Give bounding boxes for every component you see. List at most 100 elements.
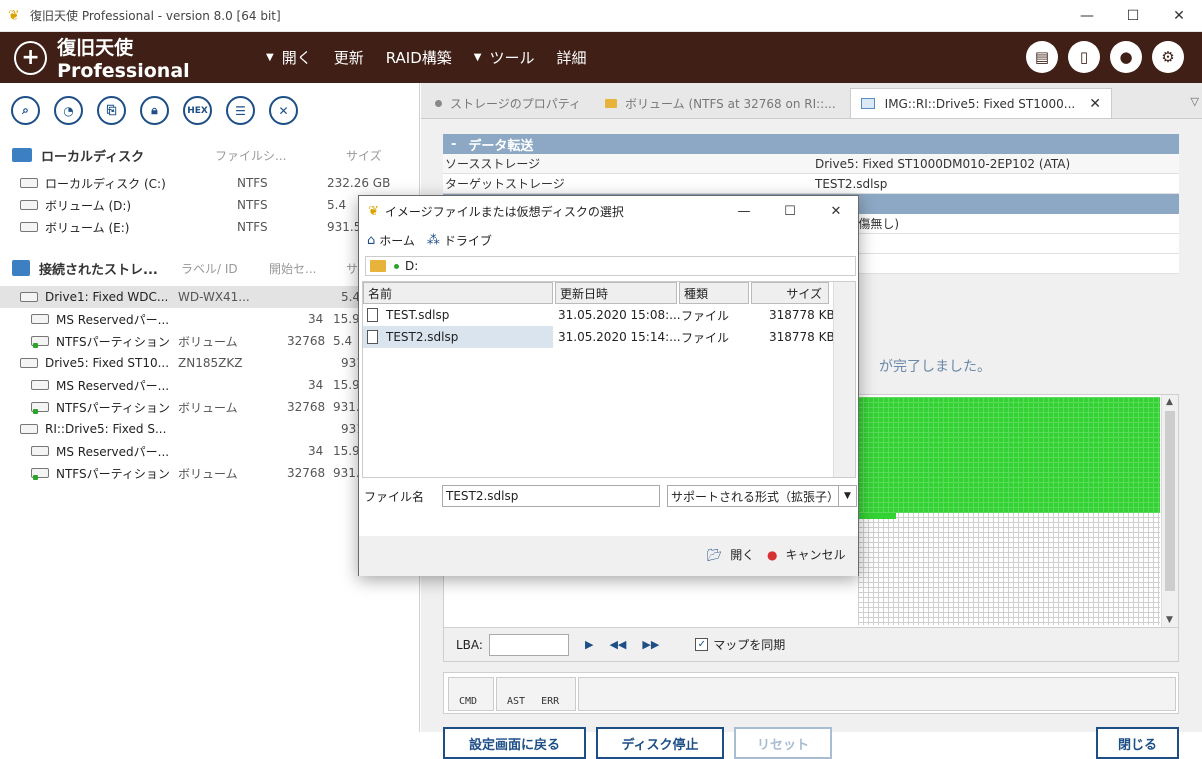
file-type: ファイル [681, 308, 730, 323]
sync-map-label: マップを同期 [713, 638, 786, 652]
storage-row[interactable]: Drive1: Fixed WDC... WD-WX41... 5.4 [0, 286, 419, 308]
storage-name: NTFSパーティション [56, 334, 170, 349]
scroll-down-icon[interactable]: ▼ [1166, 615, 1173, 625]
storage-label: WD-WX41... [178, 290, 250, 304]
close-icon[interactable]: ✕ [269, 96, 298, 125]
dialog-open-button[interactable]: 📂︎ 開く [707, 546, 754, 563]
disk-icon [20, 200, 38, 210]
maximize-button[interactable]: ☐ [1110, 0, 1156, 32]
storage-row[interactable]: RI::Drive5: Fixed S...931.5 [0, 418, 419, 440]
col-date[interactable]: 更新日時 [555, 282, 677, 304]
partition-row[interactable]: NTFSパーティション ボリューム 32768 5.4 [0, 330, 419, 352]
app-wing-icon: ❦ [368, 203, 379, 219]
settings-icon[interactable]: ⚙ [1152, 41, 1184, 73]
tab-storage-properties[interactable]: ストレージのプロパティ [425, 88, 591, 118]
local-disk-row[interactable]: ボリューム (D:) NTFS 5.4 [0, 194, 419, 216]
tab-image[interactable]: IMG::RI::Drive5: Fixed ST1000... ✕ [849, 88, 1112, 118]
storage-label: ボリューム [178, 334, 238, 349]
menu-details[interactable]: 詳細 [557, 47, 587, 68]
panel-icon[interactable]: ▯ [1068, 41, 1100, 73]
file-row[interactable]: TEST2.sdlsp 31.05.2020 15:14:... ファイル 31877… [363, 326, 855, 348]
file-rows: TEST.sdlsp 31.05.2020 15:08:... ファイル 318778… [363, 304, 855, 348]
col-name[interactable]: 名前 [363, 282, 553, 304]
dialog-close-button[interactable]: ✕ [813, 196, 859, 226]
partition-row[interactable]: NTFSパーティション ボリューム 32768 931.5 [0, 396, 419, 418]
lock-icon[interactable]: 🔒︎ [140, 96, 169, 125]
menu-tools[interactable]: ▼ ツール [474, 47, 535, 68]
partition-row[interactable]: MS Reservedパー... 34 15.9 [0, 374, 419, 396]
menu-refresh[interactable]: 更新 [334, 47, 364, 68]
dialog-maximize-button[interactable]: ☐ [767, 196, 813, 226]
partition-row[interactable]: NTFSパーティション ボリューム 32768 931.5 [0, 462, 419, 484]
lba-input[interactable] [488, 633, 569, 656]
partition-icon [31, 402, 49, 414]
scroll-thumb[interactable] [1165, 411, 1175, 591]
file-size: 318778 KB [769, 330, 835, 344]
partition-row[interactable]: MS Reservedパー... 34 15.9 [0, 308, 419, 330]
col-label-id[interactable]: ラベル/ ID [181, 260, 238, 277]
nav-drives[interactable]: ⁂ ドライブ [427, 232, 492, 249]
file-list: 名前 更新日時 種類 サイズ TEST.sdlsp 31.05.2020 15:0… [362, 281, 856, 478]
drive-icon [20, 292, 38, 302]
hex-icon[interactable]: HEX [183, 96, 212, 125]
filename-input[interactable]: TEST2.sdlsp [442, 485, 660, 507]
group-header-transfer[interactable]: - データ転送 [443, 134, 1179, 154]
search-icon[interactable]: ⌕ [11, 96, 40, 125]
close-window-button[interactable]: ✕ [1156, 0, 1202, 32]
image-icon [860, 98, 875, 109]
cmd-cell: CMD [448, 677, 494, 711]
col-type[interactable]: 種類 [679, 282, 749, 304]
list-icon[interactable]: ☰ [226, 96, 255, 125]
lba-bar: LBA: ▶ ◀◀ ▶▶ ✓ マップを同期 [443, 628, 1179, 662]
copy-icon[interactable]: ⎘ [97, 96, 126, 125]
dialog-cancel-button[interactable]: ● キャンセル [767, 546, 846, 563]
tab-volume[interactable]: ボリューム (NTFS at 32768 on RI::... [595, 88, 846, 118]
partition-icon [31, 314, 49, 324]
file-list-scrollbar[interactable] [833, 282, 855, 477]
partition-row[interactable]: MS Reservedパー... 34 15.9 [0, 440, 419, 462]
logo-plus-icon: + [14, 40, 48, 75]
col-size[interactable]: サ [346, 260, 358, 277]
local-disk-header: ローカルディスク ファイルシ... サイズ [0, 143, 419, 167]
minimize-button[interactable]: — [1064, 0, 1110, 32]
tab-close-icon[interactable]: ✕ [1089, 96, 1101, 112]
col-size[interactable]: サイズ [751, 282, 829, 304]
play-icon[interactable]: ▶ [585, 638, 593, 651]
col-size[interactable]: サイズ [346, 147, 382, 164]
dialog-footer: 📂︎ 開く ● キャンセル [359, 536, 858, 576]
file-select-dialog: ❦ イメージファイルまたは仮想ディスクの選択 — ☐ ✕ ⌂ ホーム ⁂ ドライブ … [358, 195, 859, 576]
storage-size: 15.9 [333, 444, 360, 458]
user-icon[interactable]: ● [1110, 41, 1142, 73]
local-disk-row[interactable]: ボリューム (E:) NTFS 931.5 [0, 216, 419, 238]
path-bar[interactable]: D: [365, 256, 856, 276]
menu-raid[interactable]: RAID構築 [386, 47, 452, 68]
drive-icon [20, 358, 38, 368]
chart-icon[interactable]: ◔ [54, 96, 83, 125]
lba-label: LBA: [456, 637, 483, 652]
left-pane: ⌕ ◔ ⎘ 🔒︎ HEX ☰ ✕ ローカルディスク ファイルシ... サイズ ロ… [0, 83, 420, 732]
folder-icon [370, 260, 386, 272]
rewind-icon[interactable]: ◀◀ [609, 638, 626, 651]
disk-size: 232.26 GB [327, 176, 391, 190]
log-icon[interactable]: ▤ [1026, 41, 1058, 73]
format-select[interactable]: サポートされる形式（拡張子） ▼ [667, 485, 857, 507]
col-start-sector[interactable]: 開始セ... [269, 260, 316, 277]
storage-row[interactable]: Drive5: Fixed ST10...ZN185ZKZ931.5 [0, 352, 419, 374]
scroll-up-icon[interactable]: ▲ [1166, 397, 1173, 407]
file-row[interactable]: TEST.sdlsp 31.05.2020 15:08:... ファイル 318778… [363, 304, 855, 326]
menu-open[interactable]: ▼ 開く [266, 47, 312, 68]
map-scrollbar[interactable]: ▲ ▼ [1161, 395, 1178, 627]
storage-size: 5.4 [333, 334, 353, 348]
storage-name: Drive1: Fixed WDC... [45, 290, 169, 304]
dialog-minimize-button[interactable]: — [721, 196, 767, 226]
fast-forward-icon[interactable]: ▶▶ [642, 638, 659, 651]
sync-map-checkbox[interactable]: ✓ [695, 638, 709, 651]
partition-icon [31, 446, 49, 456]
storage-start: 32768 [287, 400, 326, 414]
tab-menu-icon[interactable]: ▽ [1191, 95, 1199, 108]
tab-bar: ストレージのプロパティ ボリューム (NTFS at 32768 on RI::… [421, 83, 1202, 119]
nav-home[interactable]: ⌂ ホーム [367, 232, 415, 249]
col-filesystem[interactable]: ファイルシ... [215, 147, 286, 164]
map-filled [858, 397, 1160, 513]
local-disk-row[interactable]: ローカルディスク (C:) NTFS 232.26 GB [0, 172, 419, 194]
